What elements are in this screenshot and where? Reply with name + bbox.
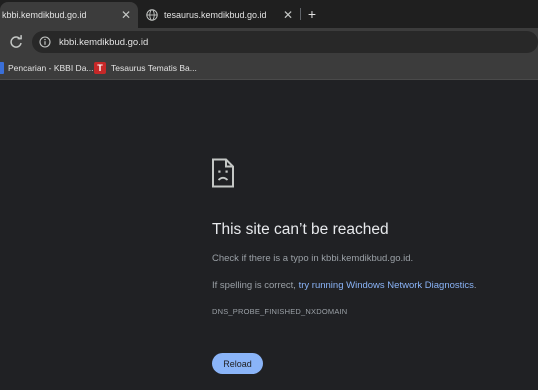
tab-title: kbbi.kemdikbud.go.id xyxy=(2,10,87,20)
globe-icon xyxy=(146,9,158,21)
diagnostics-link[interactable]: try running Windows Network Diagnostics xyxy=(299,280,474,291)
toolbar: kbbi.kemdikbud.go.id xyxy=(0,28,538,56)
tab-separator xyxy=(300,8,301,20)
tesaurus-favicon-icon: T xyxy=(94,62,106,74)
bookmark-tesaurus[interactable]: T Tesaurus Tematis Ba... xyxy=(94,60,197,76)
tab-tesaurus[interactable]: tesaurus.kemdikbud.go.id ✕ xyxy=(140,2,300,28)
error-subtitle: Check if there is a typo in kbbi.kemdikb… xyxy=(212,253,414,264)
spelling-prefix: If spelling is correct, xyxy=(212,280,299,291)
error-title: This site can’t be reached xyxy=(212,221,389,238)
spelling-suffix: . xyxy=(473,280,477,291)
error-code: DNS_PROBE_FINISHED_NXDOMAIN xyxy=(212,307,348,316)
bookmark-kbbi[interactable]: Pencarian - KBBI Da... xyxy=(0,60,94,76)
info-icon[interactable] xyxy=(39,36,51,48)
close-icon[interactable]: ✕ xyxy=(280,7,296,23)
bookmark-label: Pencarian - KBBI Da... xyxy=(8,63,94,73)
url-text[interactable]: kbbi.kemdikbud.go.id xyxy=(59,37,148,48)
new-tab-button[interactable]: + xyxy=(303,5,321,23)
tab-kbbi[interactable]: kbbi.kemdikbud.go.id ✕ xyxy=(0,2,138,28)
spelling-hint: If spelling is correct, try running Wind… xyxy=(212,280,477,291)
tab-strip: kbbi.kemdikbud.go.id ✕ tesaurus.kemdikbu… xyxy=(0,0,538,28)
reload-icon[interactable] xyxy=(8,34,24,50)
error-page: This site can’t be reached Check if ther… xyxy=(0,80,538,390)
sad-page-icon xyxy=(212,158,234,188)
browser-window: kbbi.kemdikbud.go.id ✕ tesaurus.kemdikbu… xyxy=(0,0,538,390)
address-bar[interactable]: kbbi.kemdikbud.go.id xyxy=(32,31,538,53)
reload-button[interactable]: Reload xyxy=(212,353,263,374)
kbbi-favicon-icon xyxy=(0,62,4,74)
bookmark-label: Tesaurus Tematis Ba... xyxy=(111,63,197,73)
bookmarks-bar: Pencarian - KBBI Da... T Tesaurus Temati… xyxy=(0,56,538,80)
tab-title: tesaurus.kemdikbud.go.id xyxy=(164,10,267,20)
close-icon[interactable]: ✕ xyxy=(118,7,134,23)
